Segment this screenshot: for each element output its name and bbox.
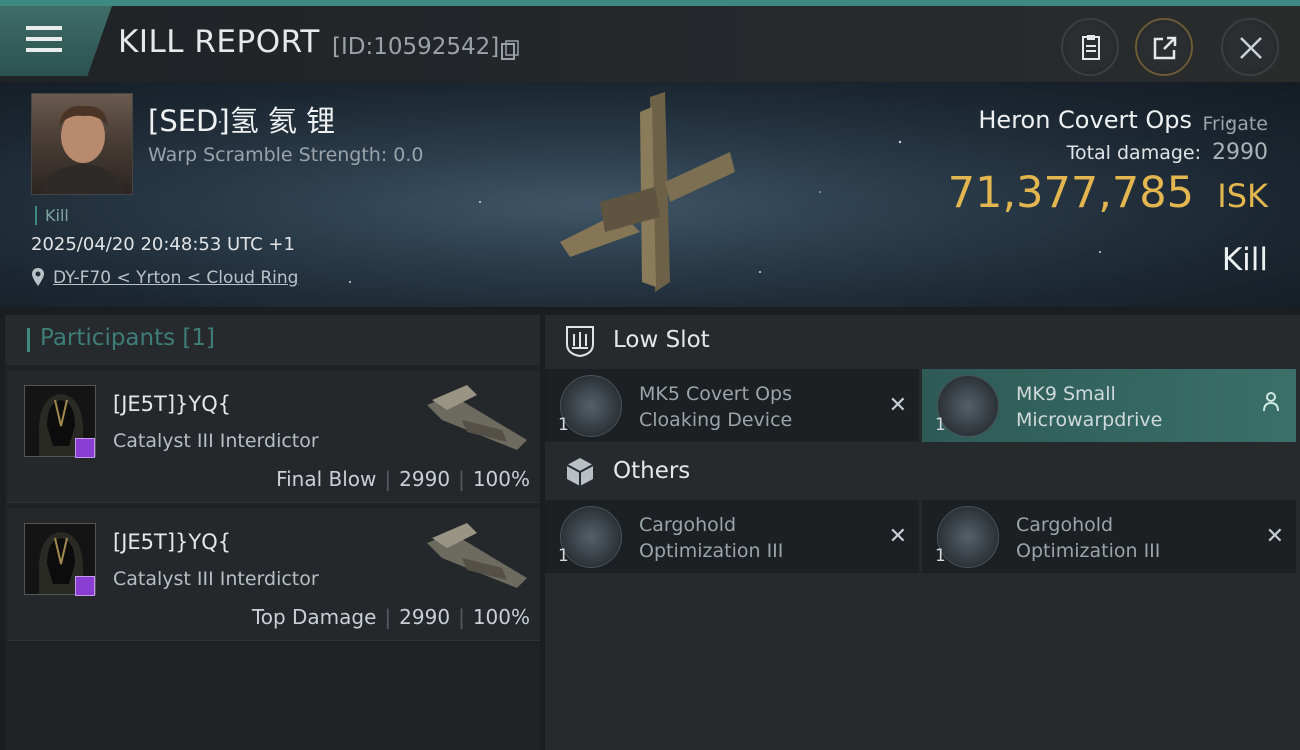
- module-icon: [937, 506, 999, 568]
- stats-divider: |: [458, 467, 465, 491]
- menu-button[interactable]: [0, 6, 112, 76]
- participant-ship: Catalyst III Interdictor: [113, 568, 319, 590]
- victim-pilot-name[interactable]: [SED]氢 氦 锂: [148, 98, 335, 140]
- participant-row[interactable]: [JE5T]}YQ{ Catalyst III Interdictor Top …: [7, 508, 540, 641]
- others-icon: [566, 458, 594, 486]
- victim-banner: [SED]氢 氦 锂 Warp Scramble Strength: 0.0 K…: [0, 82, 1300, 307]
- victim-ship-image: [560, 92, 735, 292]
- participant-damage: 2990: [399, 467, 451, 491]
- stats-divider: |: [384, 605, 392, 629]
- participant-ship: Catalyst III Interdictor: [113, 430, 319, 452]
- item-quantity: 1: [558, 415, 569, 435]
- item-quantity: 1: [935, 415, 946, 435]
- stats-divider: |: [384, 467, 392, 491]
- victim-ship-name: Heron Covert Ops: [978, 106, 1192, 134]
- participant-name[interactable]: [JE5T]}YQ{: [113, 392, 231, 416]
- fitting-item[interactable]: 1 Cargohold Optimization III ✕: [545, 500, 919, 573]
- participant-damage: 2990: [399, 605, 451, 629]
- item-name: Cargohold Optimization III: [639, 514, 784, 562]
- kill-datetime: 2025/04/20 20:48:53 UTC +1: [31, 234, 295, 255]
- victim-portrait[interactable]: [31, 93, 133, 195]
- item-quantity: 1: [935, 546, 946, 566]
- stats-divider: |: [458, 605, 465, 629]
- user-icon: [1263, 392, 1279, 412]
- participant-ship-image: [427, 385, 527, 450]
- header-bar: KILL REPORT [ID:10592542]: [0, 6, 1300, 82]
- share-button[interactable]: [1135, 18, 1193, 76]
- copy-icon[interactable]: [501, 40, 519, 60]
- item-name: MK9 Small Microwarpdrive: [1016, 383, 1163, 431]
- item-quantity: 1: [558, 546, 569, 566]
- result-label: Kill: [1221, 242, 1268, 278]
- module-icon: [560, 375, 622, 437]
- share-icon: [1153, 36, 1177, 60]
- participants-title: Participants [1]: [40, 325, 215, 351]
- page-title: KILL REPORT: [118, 24, 320, 60]
- participant-role: Final Blow: [276, 467, 377, 491]
- isk-label: ISK: [1217, 177, 1268, 215]
- others-title: Others: [613, 458, 691, 484]
- participant-row[interactable]: [JE5T]}YQ{ Catalyst III Interdictor Fina…: [7, 370, 540, 503]
- clipboard-button[interactable]: [1061, 18, 1119, 76]
- clipboard-icon: [1082, 35, 1100, 60]
- location-link[interactable]: DY-F70 < Yrton < Cloud Ring: [53, 268, 298, 288]
- participant-stats: Top Damage | 2990 | 100%: [252, 605, 530, 629]
- destroyed-x-icon: ✕: [888, 393, 907, 418]
- participant-corp-badge: [75, 576, 95, 596]
- destroyed-x-icon: ✕: [888, 524, 907, 549]
- destroyed-x-icon: ✕: [1265, 524, 1284, 549]
- low-slot-title: Low Slot: [613, 327, 710, 353]
- participant-role: Top Damage: [251, 605, 377, 629]
- participant-name[interactable]: [JE5T]}YQ{: [113, 530, 231, 554]
- fitting-item[interactable]: 1 Cargohold Optimization III ✕: [922, 500, 1296, 573]
- item-name: Cargohold Optimization III: [1016, 514, 1161, 562]
- victim-ship-class: Frigate: [1202, 113, 1268, 135]
- participants-panel: Participants [1] [JE5T]}YQ{ Catalyst III…: [5, 315, 540, 750]
- menu-icon: [26, 26, 62, 54]
- fitting-item[interactable]: 1 MK5 Covert Ops Cloaking Device ✕: [545, 369, 919, 442]
- participant-ship-image: [427, 523, 527, 588]
- close-button[interactable]: [1221, 18, 1279, 76]
- total-damage-value: 2990: [1212, 140, 1268, 165]
- warp-scramble-strength: Warp Scramble Strength: 0.0: [148, 144, 424, 166]
- total-damage-label: Total damage:: [1066, 142, 1201, 164]
- participant-stats: Final Blow | 2990 | 100%: [276, 467, 530, 491]
- module-icon: [560, 506, 622, 568]
- isk-value: 71,377,785: [947, 168, 1194, 218]
- close-icon: [1240, 37, 1262, 59]
- fitting-item[interactable]: 1 MK9 Small Microwarpdrive: [922, 369, 1296, 442]
- module-icon: [937, 375, 999, 437]
- report-id: [ID:10592542]: [332, 34, 500, 60]
- fittings-panel: Low Slot 1 MK5 Covert Ops Cloaking Device…: [545, 315, 1300, 750]
- kill-tag: Kill: [35, 206, 69, 225]
- participants-header: Participants [1]: [5, 315, 540, 365]
- low-slot-icon: [566, 326, 594, 358]
- participant-percent: 100%: [472, 467, 530, 491]
- participants-accent-bar: [27, 328, 30, 352]
- location-pin-icon: [32, 268, 44, 286]
- participant-corp-badge: [75, 438, 95, 458]
- participant-percent: 100%: [472, 605, 530, 629]
- item-name: MK5 Covert Ops Cloaking Device: [639, 383, 793, 431]
